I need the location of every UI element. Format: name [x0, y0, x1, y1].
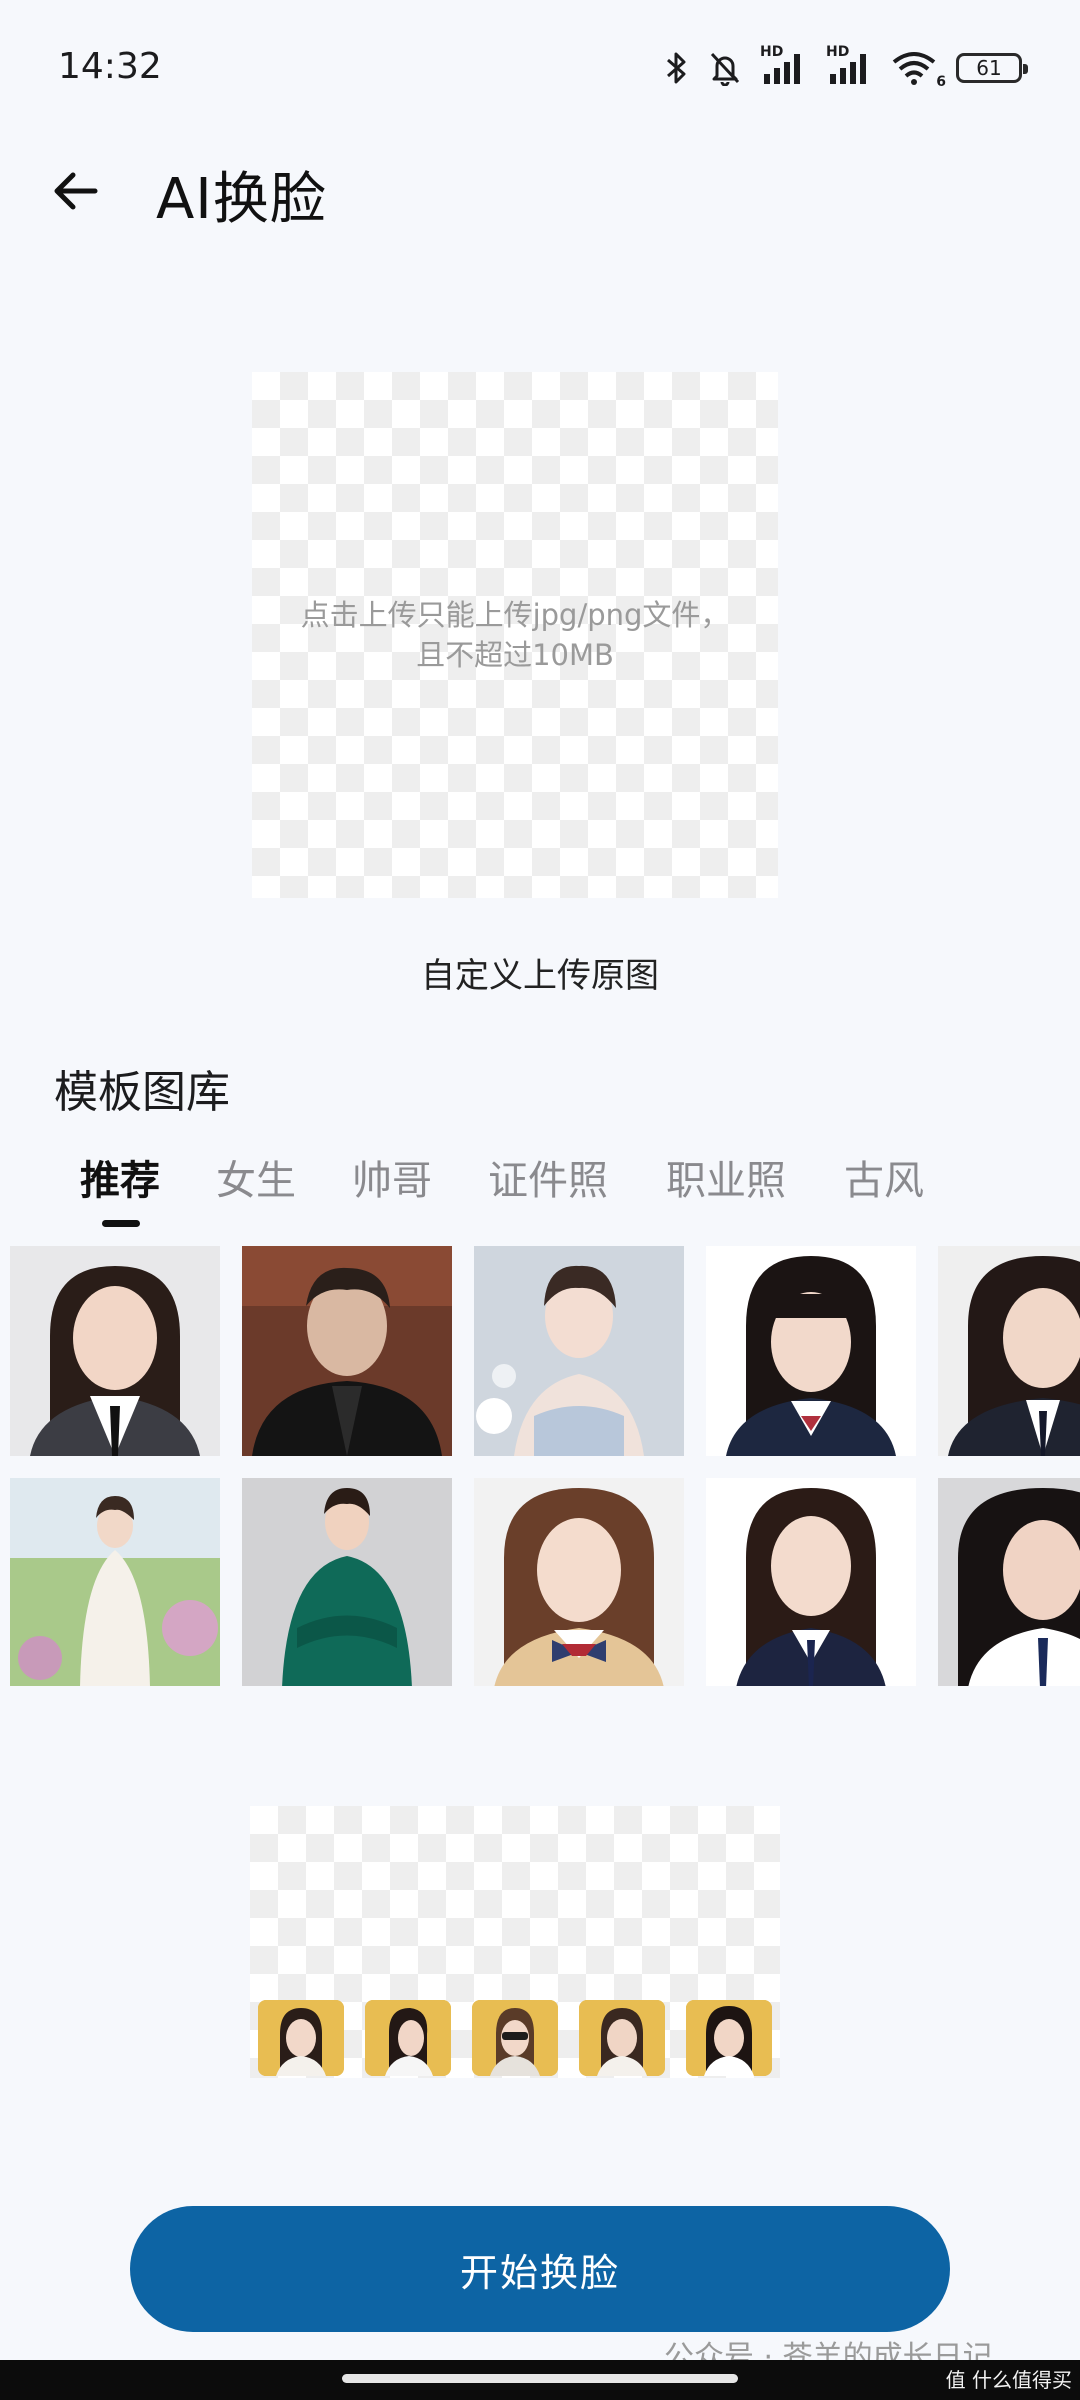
tab-ancient-style[interactable]: 古风	[844, 1148, 924, 1206]
template-thumbnail[interactable]	[706, 1478, 916, 1686]
tab-professional-photo[interactable]: 职业照	[666, 1148, 786, 1206]
template-grid	[0, 1246, 1080, 1686]
wifi-icon: 6	[892, 50, 946, 90]
template-thumbnail[interactable]	[938, 1478, 1080, 1686]
upload-caption: 自定义上传原图	[421, 956, 659, 996]
cell-signal-icon: HD	[826, 44, 874, 86]
template-thumbnail[interactable]	[706, 1246, 916, 1456]
bluetooth-icon	[664, 50, 690, 86]
upload-area[interactable]: 点击上传只能上传jpg/png文件， 且不超过10MB	[252, 372, 778, 898]
network-label: HD	[826, 44, 850, 60]
tab-male[interactable]: 帅哥	[352, 1148, 432, 1206]
app-header: AI换脸	[0, 140, 1080, 240]
preview-face-thumbnail	[686, 2000, 772, 2076]
battery-icon: 61	[956, 53, 1028, 83]
template-thumbnail[interactable]	[938, 1246, 1080, 1456]
status-icons: HD HD 6 61	[664, 44, 1028, 90]
watermark-badge: 值 什么值得买	[945, 2368, 1072, 2392]
cell-signal-icon: HD	[760, 44, 808, 86]
page-title: AI换脸	[156, 167, 327, 232]
template-thumbnail[interactable]	[10, 1478, 220, 1686]
preview-face-thumbnail	[258, 2000, 344, 2076]
tab-id-photo[interactable]: 证件照	[488, 1148, 608, 1206]
status-time: 14:32	[58, 46, 162, 87]
gesture-bar[interactable]	[342, 2374, 738, 2383]
status-bar: 14:32 HD HD 6 61	[0, 0, 1080, 140]
preview-face-strip	[258, 2000, 778, 2076]
template-thumbnail[interactable]	[10, 1246, 220, 1456]
template-thumbnail[interactable]	[474, 1246, 684, 1456]
bell-off-icon	[708, 50, 742, 86]
upload-hint-line-1: 点击上传只能上传jpg/png文件，	[300, 598, 730, 632]
back-button[interactable]	[40, 156, 110, 226]
template-thumbnail[interactable]	[242, 1478, 452, 1686]
preview-face-thumbnail	[579, 2000, 665, 2076]
network-label: HD	[760, 44, 784, 60]
template-thumbnail[interactable]	[474, 1478, 684, 1686]
arrow-left-icon	[54, 172, 98, 210]
upload-hint-line-2: 且不超过10MB	[416, 638, 614, 672]
template-library-title: 模板图库	[54, 1067, 230, 1118]
start-face-swap-button[interactable]: 开始换脸	[130, 2206, 950, 2332]
active-tab-indicator	[102, 1220, 140, 1227]
wifi-badge: 6	[936, 74, 946, 90]
preview-face-thumbnail	[472, 2000, 558, 2076]
tab-recommended[interactable]: 推荐	[80, 1148, 160, 1206]
tab-female[interactable]: 女生	[216, 1148, 296, 1206]
template-thumbnail[interactable]	[242, 1246, 452, 1456]
template-tabs: 推荐 女生 帅哥 证件照 职业照 古风	[0, 1148, 1080, 1228]
battery-level: 61	[976, 56, 1002, 80]
preview-face-thumbnail	[365, 2000, 451, 2076]
